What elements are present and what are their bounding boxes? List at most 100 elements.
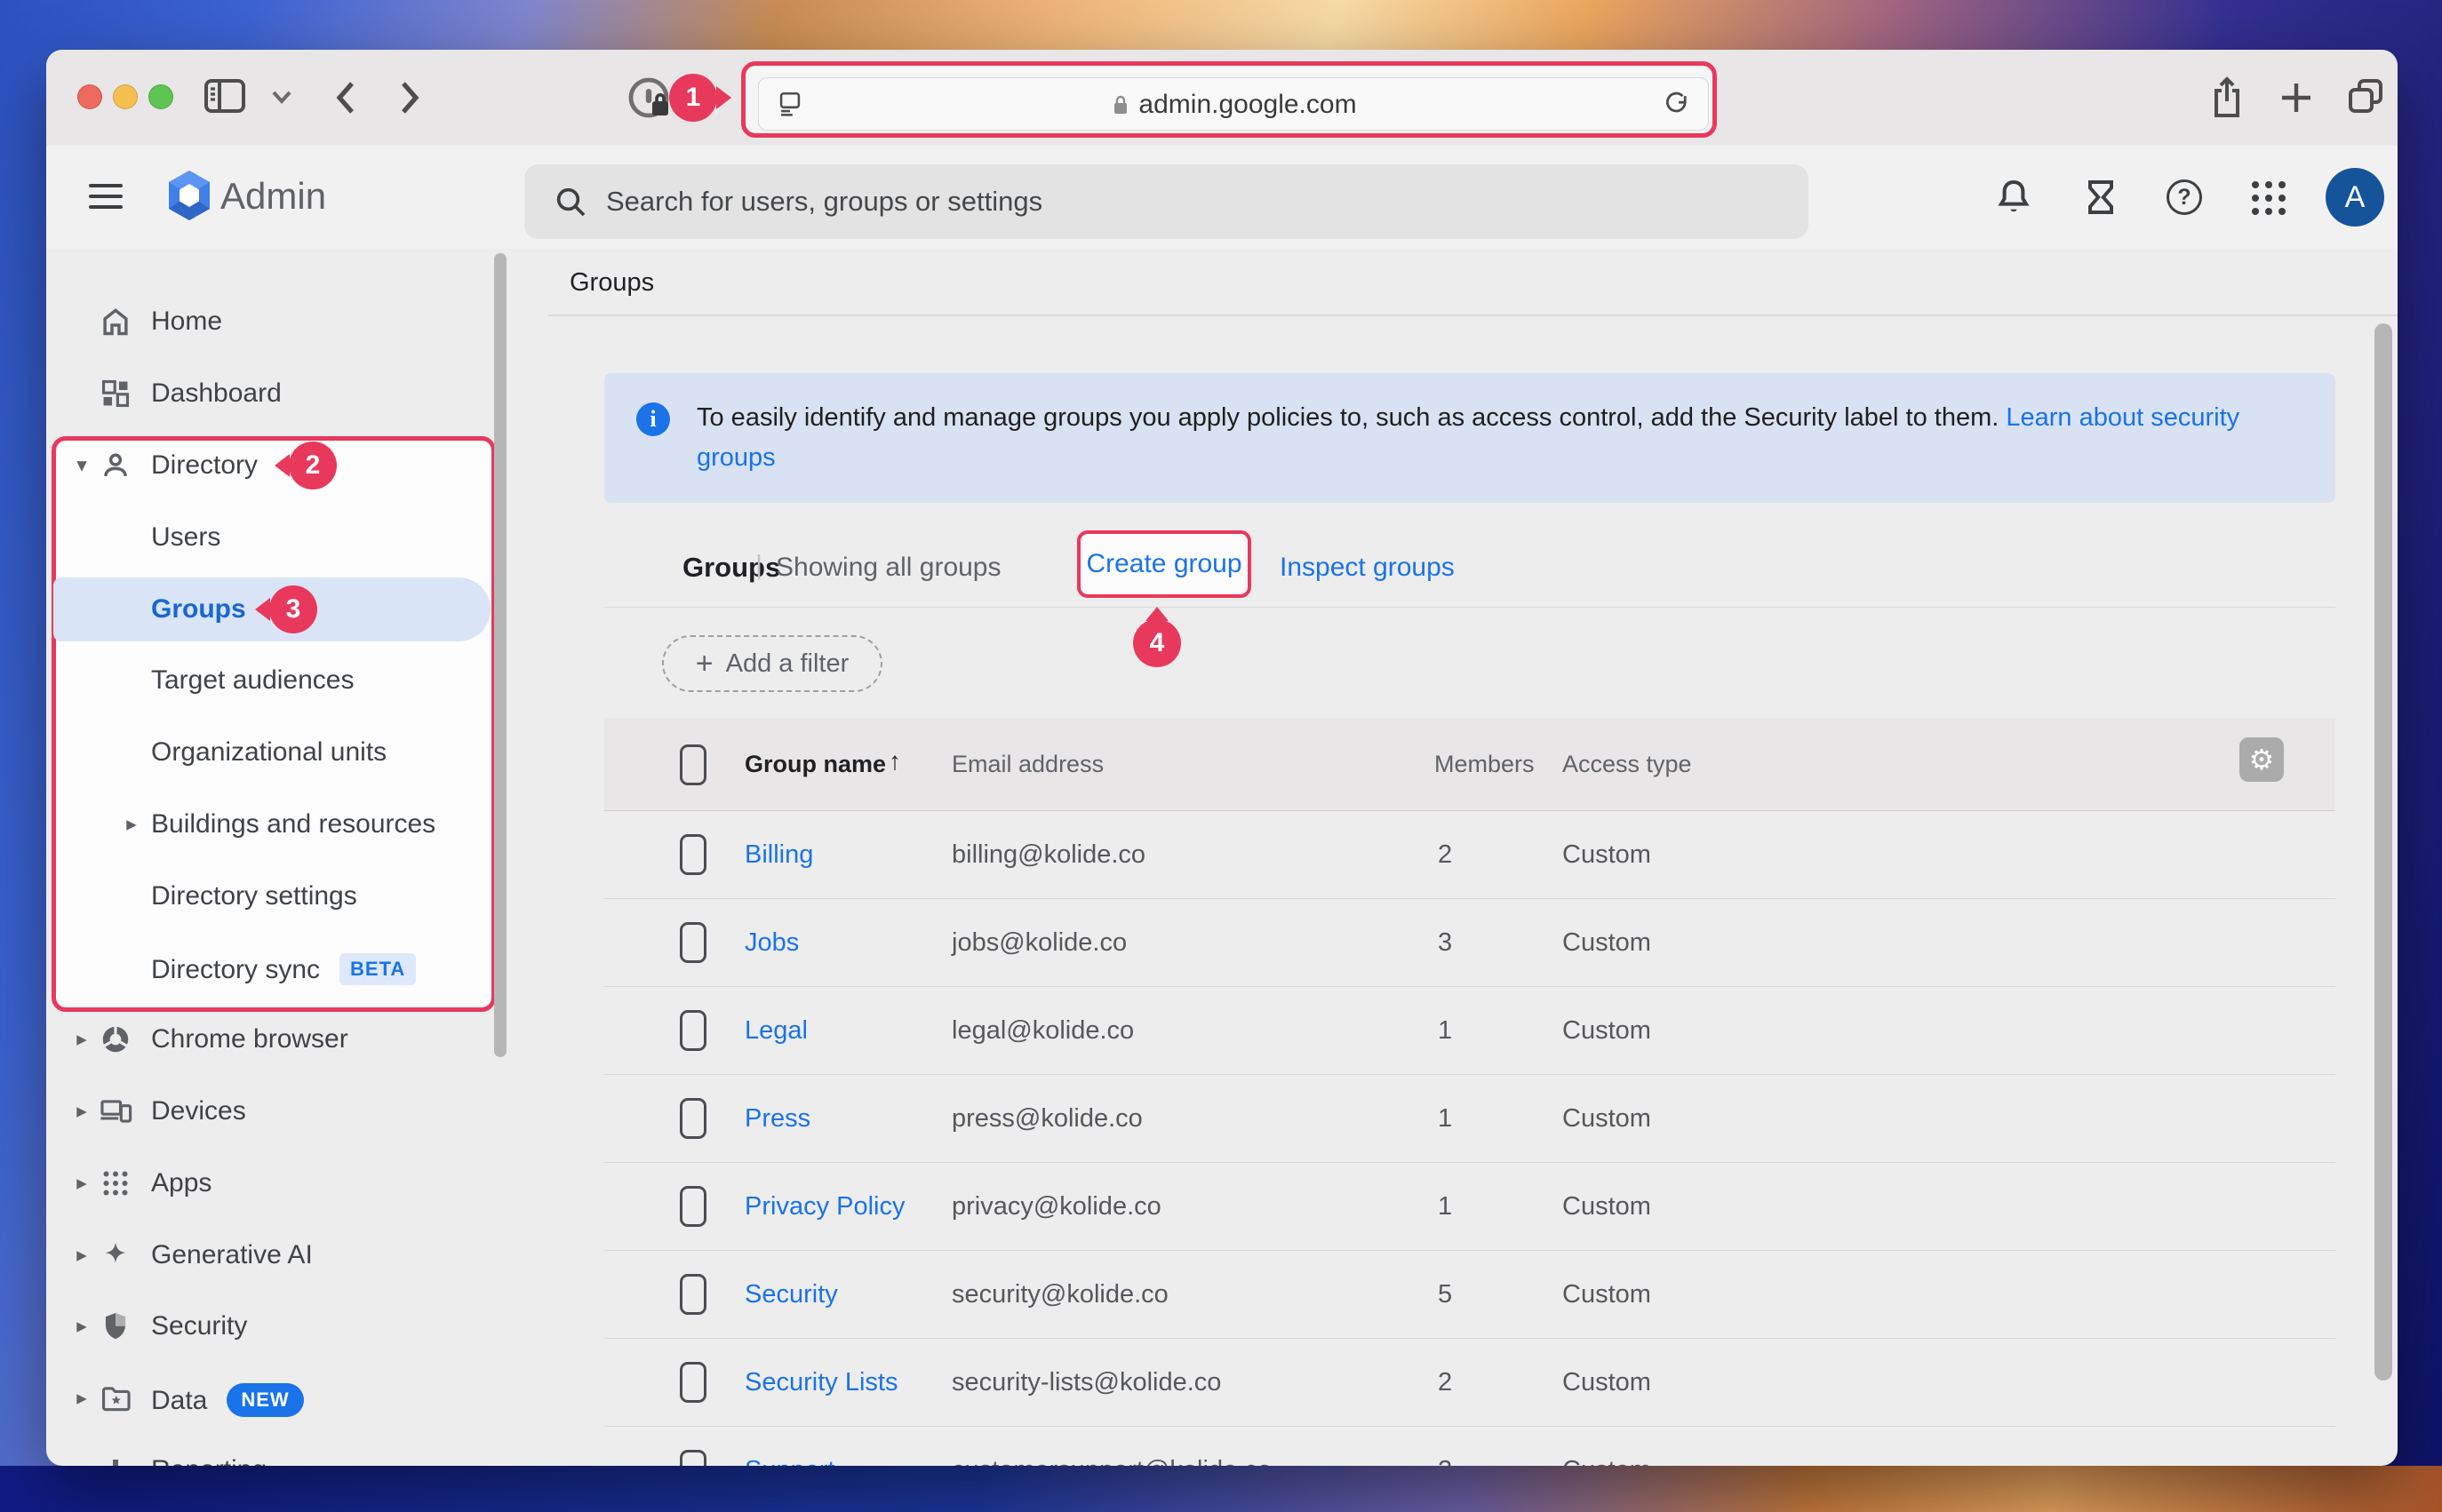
table-row[interactable]: Legal legal@kolide.co 1 Custom (604, 987, 2335, 1075)
group-members-count: 2 (1438, 1456, 1452, 1466)
column-header-access-type[interactable]: Access type (1562, 751, 1692, 778)
folder-star-icon (98, 1381, 133, 1416)
row-checkbox[interactable] (680, 1274, 706, 1315)
url-text[interactable]: admin.google.com (759, 90, 1708, 120)
group-name-link[interactable]: Privacy Policy (745, 1192, 906, 1222)
create-group-button[interactable]: Create group (1086, 549, 1241, 579)
google-apps-grid-icon[interactable] (2252, 181, 2286, 215)
sidebar-item-target-audiences[interactable]: Target audiences (46, 645, 548, 716)
expand-right-icon[interactable]: ▸ (71, 1314, 92, 1338)
inspect-groups-button[interactable]: Inspect groups (1280, 553, 1455, 583)
table-row[interactable]: Billing billing@kolide.co 2 Custom (604, 811, 2335, 899)
sidebar-item-label: Target audiences (151, 665, 355, 696)
expand-right-icon[interactable]: ▸ (71, 1099, 92, 1123)
sidebar-item-label: Home (151, 306, 222, 337)
share-icon[interactable] (2207, 75, 2246, 121)
column-settings-gear-icon[interactable]: ⚙ (2239, 737, 2284, 782)
table-subtitle: Showing all groups (776, 553, 1002, 583)
expand-right-icon[interactable]: ▸ (71, 1243, 92, 1267)
group-email: privacy@kolide.co (952, 1192, 1161, 1222)
sidebar-item-security[interactable]: ▸ Security (46, 1291, 548, 1362)
url-bar-highlight-box: admin.google.com (741, 61, 1717, 138)
sidebar-item-directory-sync[interactable]: Directory syncBETA (46, 933, 548, 1004)
breadcrumb[interactable]: Groups (570, 268, 654, 298)
content-scrollbar[interactable] (2374, 323, 2392, 1381)
sidebar-item-directory-settings[interactable]: Directory settings (46, 861, 548, 932)
expand-right-icon[interactable]: ▸ (71, 1458, 92, 1466)
sort-ascending-icon[interactable]: ↑ (889, 747, 901, 776)
notifications-bell-icon[interactable] (1994, 178, 2033, 220)
group-name-link[interactable]: Press (745, 1104, 810, 1134)
row-checkbox[interactable] (680, 922, 706, 963)
sidebar-item-devices[interactable]: ▸ Devices (46, 1076, 548, 1147)
group-access-type: Custom (1562, 1192, 1651, 1222)
select-all-checkbox[interactable] (680, 744, 706, 785)
account-avatar[interactable]: A (2326, 168, 2384, 227)
expand-right-icon[interactable]: ▸ (121, 812, 142, 836)
group-name-link[interactable]: Jobs (745, 928, 799, 958)
group-name-link[interactable]: Security Lists (745, 1368, 898, 1397)
table-row[interactable]: Privacy Policy privacy@kolide.co 1 Custo… (604, 1163, 2335, 1251)
expand-right-icon[interactable]: ▸ (71, 1386, 92, 1410)
row-checkbox[interactable] (680, 1186, 706, 1227)
password-manager-extension-icon[interactable] (626, 75, 675, 124)
hourglass-session-icon[interactable] (2081, 178, 2120, 220)
row-checkbox[interactable] (680, 1098, 706, 1139)
group-name-link[interactable]: Billing (745, 840, 813, 870)
sidebar-item-data[interactable]: ▸ DataNEW (46, 1363, 548, 1434)
sidebar-item-organizational-units[interactable]: Organizational units (46, 717, 548, 788)
expand-right-icon[interactable]: ▸ (71, 1171, 92, 1195)
table-row[interactable]: Security security@kolide.co 5 Custom (604, 1251, 2335, 1339)
help-icon[interactable]: ? (2167, 179, 2202, 215)
group-name-link[interactable]: Security (745, 1280, 838, 1309)
expand-down-icon[interactable]: ▾ (71, 453, 92, 477)
sidebar-item-home[interactable]: Home (46, 286, 548, 357)
group-name-link[interactable]: Support (745, 1456, 835, 1466)
security-label-info-banner: i To easily identify and manage groups y… (604, 373, 2335, 503)
column-header-group-name[interactable]: Group name (745, 751, 886, 778)
table-row[interactable]: Jobs jobs@kolide.co 3 Custom (604, 899, 2335, 987)
sidebar-item-dashboard[interactable]: Dashboard (46, 358, 548, 429)
tab-overview-icon[interactable] (2344, 75, 2387, 117)
table-row[interactable]: Support customersupport@kolide.co 2 Cust… (604, 1427, 2335, 1466)
group-email: billing@kolide.co (952, 840, 1145, 870)
minimize-window-button[interactable] (113, 84, 138, 109)
sidebar-nav: Home Dashboard ▾ Directory Users Groups … (46, 249, 548, 1466)
admin-search-bar[interactable]: Search for users, groups or settings (524, 164, 1808, 239)
add-filter-button[interactable]: + Add a filter (662, 635, 882, 692)
row-checkbox[interactable] (680, 1362, 706, 1403)
sidebar-item-chrome-browser[interactable]: ▸ Chrome browser (46, 1004, 548, 1075)
sidebar-item-generative-ai[interactable]: ▸ Generative AI (46, 1220, 548, 1291)
group-name-link[interactable]: Legal (745, 1016, 808, 1046)
url-bar[interactable]: admin.google.com (758, 77, 1709, 131)
sidebar-item-reporting[interactable]: ▸ Reporting (46, 1435, 548, 1466)
back-button[interactable] (331, 78, 361, 117)
sidebar-scrollbar[interactable] (494, 253, 507, 1057)
table-row[interactable]: Press press@kolide.co 1 Custom (604, 1075, 2335, 1163)
column-header-email[interactable]: Email address (952, 751, 1104, 778)
search-placeholder: Search for users, groups or settings (606, 186, 1042, 218)
sidebar-item-label: Organizational units (151, 737, 387, 768)
sidebar-item-label: Reporting (151, 1455, 267, 1466)
devices-icon (98, 1094, 133, 1129)
sidebar-item-apps[interactable]: ▸ Apps (46, 1148, 548, 1219)
sidebar-toggle-icon[interactable] (203, 76, 247, 115)
reload-icon[interactable] (1662, 90, 1692, 120)
forward-button[interactable] (395, 78, 425, 117)
row-checkbox[interactable] (680, 1450, 706, 1466)
sidebar-item-label: DataNEW (151, 1383, 304, 1417)
zoom-window-button[interactable] (148, 84, 173, 109)
chevron-down-icon[interactable] (270, 89, 293, 105)
close-window-button[interactable] (77, 84, 102, 109)
table-row[interactable]: Security Lists security-lists@kolide.co … (604, 1339, 2335, 1427)
expand-right-icon[interactable]: ▸ (71, 1027, 92, 1051)
group-access-type: Custom (1562, 840, 1651, 870)
main-menu-icon[interactable] (89, 184, 123, 216)
row-checkbox[interactable] (680, 834, 706, 875)
row-checkbox[interactable] (680, 1010, 706, 1051)
sidebar-item-label: Directory (151, 450, 258, 481)
sidebar-item-users[interactable]: Users (46, 502, 548, 573)
sidebar-item-buildings-resources[interactable]: ▸ Buildings and resources (46, 789, 548, 860)
new-tab-icon[interactable] (2278, 80, 2314, 115)
column-header-members[interactable]: Members (1434, 751, 1535, 778)
